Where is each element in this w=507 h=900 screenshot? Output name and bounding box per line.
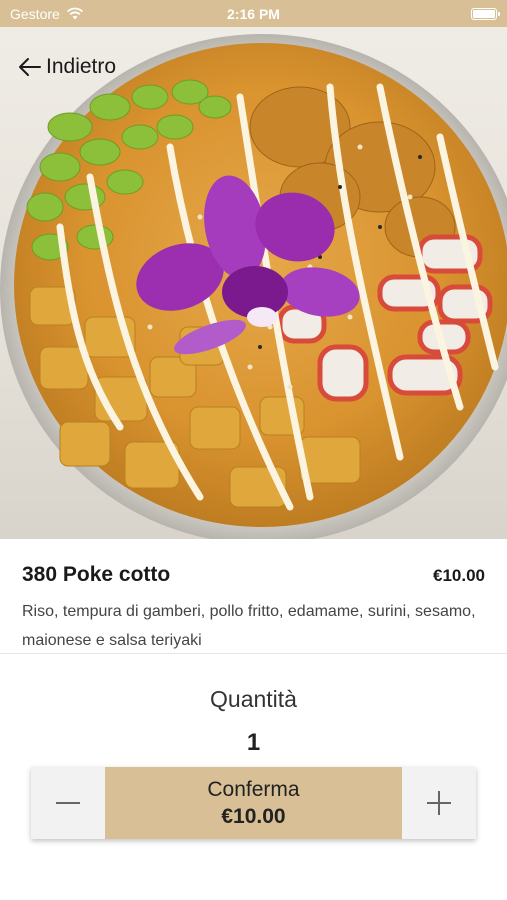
poke-bowl-illustration <box>0 34 507 539</box>
decrement-button[interactable] <box>31 767 105 839</box>
confirm-label: Conferma <box>207 777 300 801</box>
battery-icon <box>471 7 500 20</box>
product-description: Riso, tempura di gamberi, pollo fritto, … <box>22 603 476 649</box>
increment-button[interactable] <box>402 767 476 839</box>
carrier-name: Gestore <box>10 5 60 22</box>
divider <box>0 653 507 654</box>
back-button[interactable]: Indietro <box>18 55 116 79</box>
quantity-label: Quantità <box>210 686 297 712</box>
product-price: €10.00 <box>433 566 485 585</box>
quantity-value: 1 <box>246 729 261 756</box>
product-title: 380 Poke cotto <box>22 563 171 586</box>
plus-icon <box>427 791 451 815</box>
product-image <box>0 27 507 539</box>
status-left: Gestore <box>10 6 84 22</box>
order-action-bar: Conferma €10.00 <box>31 767 476 839</box>
back-arrow-icon <box>19 58 41 76</box>
back-label: Indietro <box>46 55 117 78</box>
minus-icon <box>56 802 80 804</box>
wifi-icon <box>66 7 83 20</box>
product-info: 380 Poke cotto €10.00 Riso, tempura di g… <box>0 539 507 654</box>
confirm-button[interactable]: Conferma €10.00 <box>105 767 402 839</box>
status-bar: Gestore 2:16 PM <box>0 0 507 27</box>
title-row: 380 Poke cotto €10.00 <box>22 563 485 587</box>
confirm-price: €10.00 <box>221 804 286 828</box>
